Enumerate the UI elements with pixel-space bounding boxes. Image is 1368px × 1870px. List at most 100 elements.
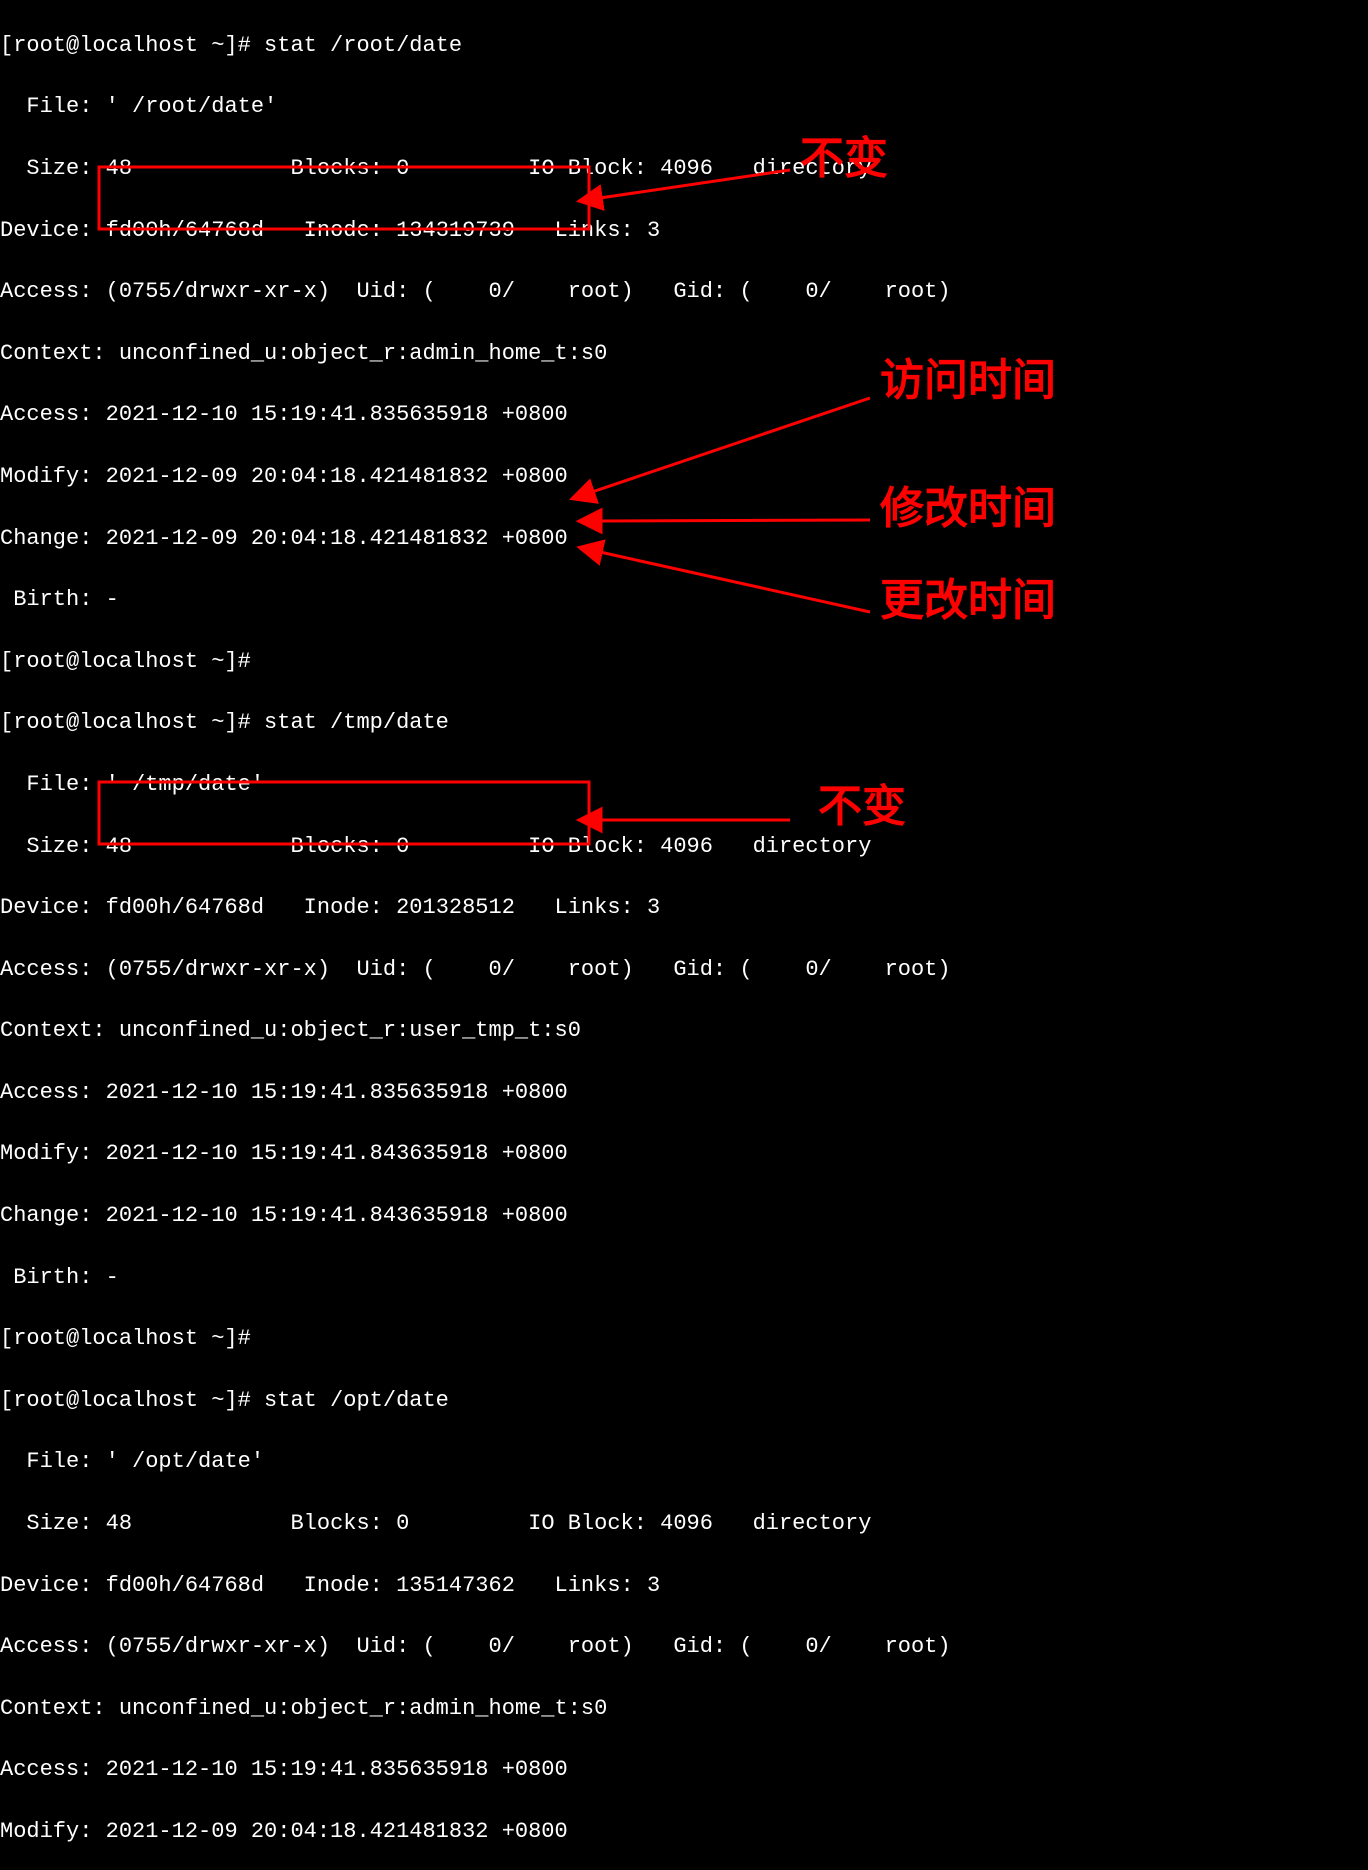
context-label: Context: [0, 341, 106, 366]
links-label: Links: [555, 1573, 634, 1598]
annotation-unchanged: 不变 [818, 792, 906, 823]
birth-val: - [106, 587, 119, 612]
prompt: [root@localhost ~]# [0, 1388, 251, 1413]
gid-label: Gid: [673, 279, 726, 304]
context-val: unconfined_u:object_r:admin_home_t:s0 [119, 1696, 607, 1721]
inode-label: Inode: [304, 895, 383, 920]
annotation-change-time: 更改时间 [880, 586, 1056, 617]
access-perm-label: Access: [0, 1634, 92, 1659]
gid-label: Gid: [673, 957, 726, 982]
links-val: 3 [647, 895, 660, 920]
command: stat /root/date [264, 33, 462, 58]
device-label: Device: [0, 1573, 92, 1598]
size-label: Size: [0, 156, 92, 181]
uid-val: ( 0/ root) [422, 279, 633, 304]
blocks-label: Blocks: [290, 1511, 382, 1536]
file-label: File: [0, 1449, 92, 1474]
device-label: Device: [0, 218, 92, 243]
ioblock-label: IO Block: [528, 156, 647, 181]
gid-val: ( 0/ root) [739, 279, 950, 304]
blocks-label: Blocks: [290, 156, 382, 181]
links-val: 3 [647, 218, 660, 243]
access-time-label: Access: [0, 402, 92, 427]
access-time-val: 2021-12-10 15:19:41.835635918 +0800 [106, 1080, 568, 1105]
uid-val: ( 0/ root) [422, 957, 633, 982]
file-label: File: [0, 772, 92, 797]
gid-label: Gid: [673, 1634, 726, 1659]
inode-val: 134319739 [396, 218, 515, 243]
links-label: Links: [555, 895, 634, 920]
context-val: unconfined_u:object_r:user_tmp_t:s0 [119, 1018, 581, 1043]
uid-label: Uid: [356, 957, 409, 982]
prompt: [root@localhost ~]# [0, 33, 251, 58]
access-time-val: 2021-12-10 15:19:41.835635918 +0800 [106, 1757, 568, 1782]
inode-label: Inode: [304, 218, 383, 243]
access-perm-label: Access: [0, 957, 92, 982]
modify-time-label: Modify: [0, 1819, 92, 1844]
size-label: Size: [0, 834, 92, 859]
prompt: [root@localhost ~]# [0, 649, 251, 674]
access-perm-val: (0755/drwxr-xr-x) [106, 1634, 330, 1659]
links-val: 3 [647, 1573, 660, 1598]
device-val: fd00h/64768d [106, 1573, 264, 1598]
blocks-val: 0 [396, 834, 409, 859]
filetype: directory [753, 834, 872, 859]
size-label: Size: [0, 1511, 92, 1536]
modify-time-val: 2021-12-10 15:19:41.843635918 +0800 [106, 1141, 568, 1166]
file-val: ' /root/date' [106, 94, 278, 119]
blocks-val: 0 [396, 1511, 409, 1536]
annotation-unchanged: 不变 [800, 144, 888, 175]
device-val: fd00h/64768d [106, 895, 264, 920]
blocks-val: 0 [396, 156, 409, 181]
context-label: Context: [0, 1696, 106, 1721]
file-val: ' /opt/date' [106, 1449, 264, 1474]
change-time-val: 2021-12-09 20:04:18.421481832 +0800 [106, 526, 568, 551]
size-val: 48 [106, 834, 132, 859]
file-val: ' /tmp/date' [106, 772, 264, 797]
ioblock-label: IO Block: [528, 1511, 647, 1536]
ioblock-val: 4096 [660, 1511, 713, 1536]
modify-time-val: 2021-12-09 20:04:18.421481832 +0800 [106, 464, 568, 489]
annotation-access-time: 访问时间 [880, 366, 1056, 397]
access-time-label: Access: [0, 1757, 92, 1782]
ioblock-label: IO Block: [528, 834, 647, 859]
prompt: [root@localhost ~]# [0, 710, 251, 735]
change-time-val: 2021-12-10 15:19:41.843635918 +0800 [106, 1203, 568, 1228]
birth-label: Birth: [0, 1265, 92, 1290]
modify-time-label: Modify: [0, 1141, 92, 1166]
context-val: unconfined_u:object_r:admin_home_t:s0 [119, 341, 607, 366]
links-label: Links: [555, 218, 634, 243]
inode-val: 135147362 [396, 1573, 515, 1598]
annotation-modify-time: 修改时间 [880, 494, 1056, 525]
uid-val: ( 0/ root) [422, 1634, 633, 1659]
inode-val: 201328512 [396, 895, 515, 920]
uid-label: Uid: [356, 279, 409, 304]
prompt: [root@localhost ~]# [0, 1326, 251, 1351]
modify-time-label: Modify: [0, 464, 92, 489]
ioblock-val: 4096 [660, 834, 713, 859]
change-time-label: Change: [0, 1203, 92, 1228]
device-val: fd00h/64768d [106, 218, 264, 243]
size-val: 48 [106, 1511, 132, 1536]
change-time-label: Change: [0, 526, 92, 551]
access-perm-val: (0755/drwxr-xr-x) [106, 957, 330, 982]
size-val: 48 [106, 156, 132, 181]
access-time-val: 2021-12-10 15:19:41.835635918 +0800 [106, 402, 568, 427]
gid-val: ( 0/ root) [739, 957, 950, 982]
inode-label: Inode: [304, 1573, 383, 1598]
access-time-label: Access: [0, 1080, 92, 1105]
birth-label: Birth: [0, 587, 92, 612]
uid-label: Uid: [356, 1634, 409, 1659]
context-label: Context: [0, 1018, 106, 1043]
birth-val: - [106, 1265, 119, 1290]
file-label: File: [0, 94, 92, 119]
filetype: directory [753, 1511, 872, 1536]
access-perm-val: (0755/drwxr-xr-x) [106, 279, 330, 304]
blocks-label: Blocks: [290, 834, 382, 859]
terminal-output: [root@localhost ~]# stat /root/date File… [0, 0, 951, 1870]
gid-val: ( 0/ root) [739, 1634, 950, 1659]
modify-time-val: 2021-12-09 20:04:18.421481832 +0800 [106, 1819, 568, 1844]
access-perm-label: Access: [0, 279, 92, 304]
device-label: Device: [0, 895, 92, 920]
ioblock-val: 4096 [660, 156, 713, 181]
